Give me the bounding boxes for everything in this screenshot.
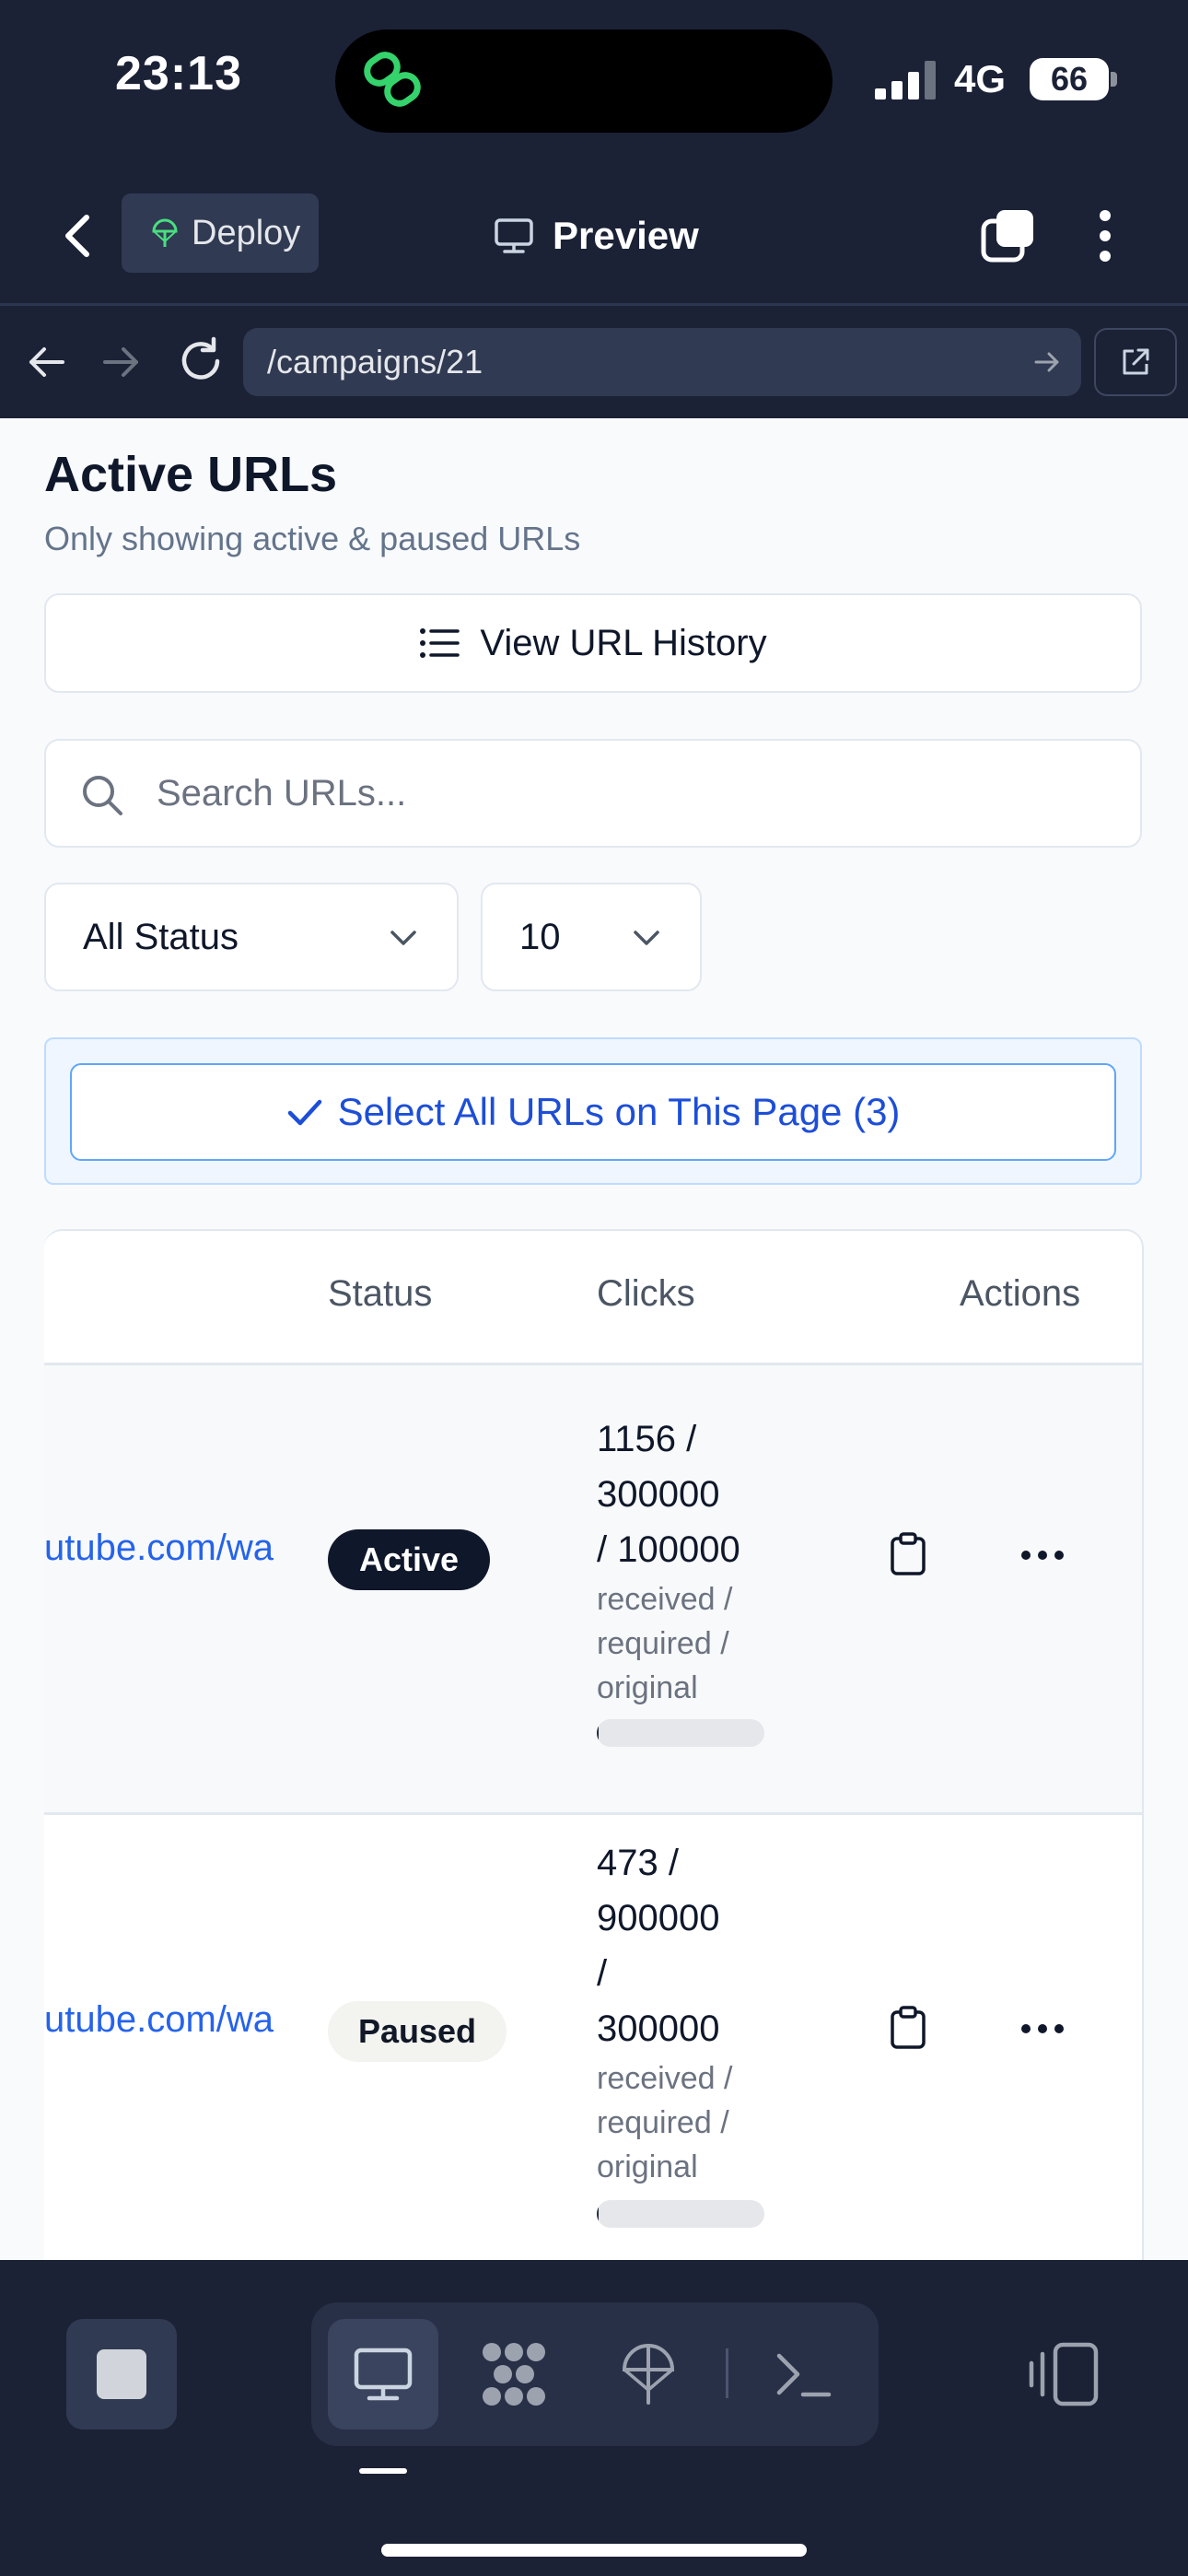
reload-icon[interactable]	[175, 335, 227, 387]
monitor-icon	[354, 2348, 413, 2401]
home-indicator	[381, 2544, 807, 2557]
clicks-line: 1156 /	[597, 1419, 697, 1459]
search-icon	[83, 776, 122, 815]
column-header-actions: Actions	[960, 1273, 1081, 1314]
side-panel-icon[interactable]	[1028, 2337, 1101, 2411]
more-horizontal-icon[interactable]	[1020, 2021, 1065, 2036]
clicks-line: /	[597, 1953, 608, 1994]
battery-tip	[1111, 72, 1117, 87]
forward-arrow-icon[interactable]	[98, 339, 144, 385]
deploy-icon	[152, 218, 178, 247]
view-url-history-label: View URL History	[480, 622, 767, 663]
back-arrow-icon[interactable]	[24, 339, 70, 385]
clicks-caption: received / required / original	[597, 2056, 799, 2189]
clicks-line: 300000	[597, 2008, 720, 2049]
tool-dock	[311, 2302, 879, 2446]
caption-line: required /	[597, 1626, 729, 1661]
list-icon	[420, 628, 460, 658]
deploy-icon	[622, 2344, 675, 2405]
search-input[interactable]	[157, 741, 1114, 846]
select-all-urls-label: Select All URLs on This Page (3)	[337, 1090, 901, 1133]
signal-bars-icon	[875, 61, 936, 100]
select-all-panel: Select All URLs on This Page (3)	[44, 1037, 1142, 1185]
url-link[interactable]: utube.com/wa	[44, 1528, 284, 1569]
chat-app-icon	[364, 52, 421, 107]
column-header-status: Status	[328, 1273, 433, 1314]
back-icon[interactable]	[55, 206, 101, 265]
network-type: 4G	[954, 57, 1007, 100]
clicks-progress-bar	[597, 2200, 764, 2228]
column-header-clicks: Clicks	[597, 1273, 695, 1314]
open-external-button[interactable]	[1094, 328, 1177, 396]
active-tool-indicator	[359, 2468, 407, 2474]
preview-tool-button[interactable]	[328, 2319, 438, 2430]
more-vertical-icon[interactable]	[1087, 206, 1124, 265]
dynamic-island	[335, 29, 833, 133]
clicks-line: 300000	[597, 1474, 720, 1515]
status-filter-select[interactable]: All Status	[44, 883, 459, 991]
bottom-toolbar	[0, 2260, 1188, 2576]
table-row: utube.com/wa Active 1156 / 300000 / 1000…	[44, 1365, 1142, 1815]
caption-line: received /	[597, 1582, 733, 1617]
table-header: Status Clicks Actions	[44, 1231, 1142, 1365]
chevron-down-icon	[390, 931, 416, 945]
url-link[interactable]: utube.com/wa	[44, 1999, 284, 2041]
clipboard-icon[interactable]	[888, 2005, 928, 2051]
urls-table: Status Clicks Actions utube.com/wa Activ…	[44, 1229, 1144, 2260]
clicks-line: / 100000	[597, 1529, 740, 1570]
apps-icon	[483, 2343, 545, 2406]
url-text: /campaigns/21	[267, 343, 483, 381]
more-horizontal-icon[interactable]	[1020, 1548, 1065, 1563]
page-title: Active URLs	[44, 447, 338, 502]
page-size-select[interactable]: 10	[481, 883, 702, 991]
page-size-value: 10	[519, 916, 561, 957]
view-url-history-button[interactable]: View URL History	[44, 593, 1142, 693]
terminal-icon	[776, 2353, 832, 2397]
status-badge: Paused	[328, 2001, 507, 2062]
browser-url-bar: /campaigns/21	[0, 306, 1188, 418]
check-icon	[287, 1099, 321, 1126]
status-badge: Active	[328, 1529, 490, 1590]
clicks-value: 1156 / 300000 / 100000	[597, 1411, 799, 1577]
clicks-line: 900000	[597, 1898, 720, 1938]
table-row: utube.com/wa Paused 473 / 900000 / 30000…	[44, 1815, 1142, 2260]
chevron-down-icon	[634, 931, 659, 945]
clipboard-icon[interactable]	[888, 1531, 928, 1577]
dock-divider	[726, 2348, 728, 2398]
caption-line: required /	[597, 2105, 729, 2140]
clicks-value: 473 / 900000 / 300000	[597, 1835, 799, 2056]
caption-line: received /	[597, 2061, 733, 2096]
external-link-icon	[1123, 348, 1149, 375]
clicks-caption: received / required / original	[597, 1577, 799, 1710]
stop-icon	[97, 2349, 146, 2399]
terminal-tool-button[interactable]	[748, 2319, 858, 2430]
preview-label: Preview	[553, 214, 699, 257]
progress-fill	[597, 2200, 600, 2228]
tabs-icon[interactable]	[978, 206, 1037, 265]
caption-line: original	[597, 2149, 698, 2184]
caption-line: original	[597, 1670, 698, 1705]
deploy-label: Deploy	[192, 213, 301, 252]
app-header: Deploy Preview	[0, 166, 1188, 306]
preview-tab[interactable]: Preview	[494, 206, 699, 265]
page-content: Active URLs Only showing active & paused…	[0, 418, 1188, 2260]
url-field[interactable]: /campaigns/21	[243, 328, 1081, 396]
page-subtitle: Only showing active & paused URLs	[44, 520, 581, 557]
progress-fill	[597, 1719, 600, 1747]
select-all-urls-button[interactable]: Select All URLs on This Page (3)	[70, 1063, 1116, 1161]
search-box	[44, 739, 1142, 848]
monitor-icon	[495, 218, 533, 253]
status-filter-value: All Status	[83, 916, 239, 957]
clicks-progress-bar	[597, 1719, 764, 1747]
battery-icon: 66	[1030, 58, 1109, 100]
go-arrow-icon[interactable]	[1031, 346, 1063, 378]
deploy-button[interactable]: Deploy	[122, 193, 319, 273]
ios-status-bar: 23:13 4G 66	[0, 0, 1188, 166]
clicks-line: 473 /	[597, 1843, 679, 1883]
clock: 23:13	[115, 47, 242, 100]
deploy-tool-button[interactable]	[593, 2319, 704, 2430]
stop-button[interactable]	[66, 2319, 177, 2430]
apps-tool-button[interactable]	[459, 2319, 569, 2430]
